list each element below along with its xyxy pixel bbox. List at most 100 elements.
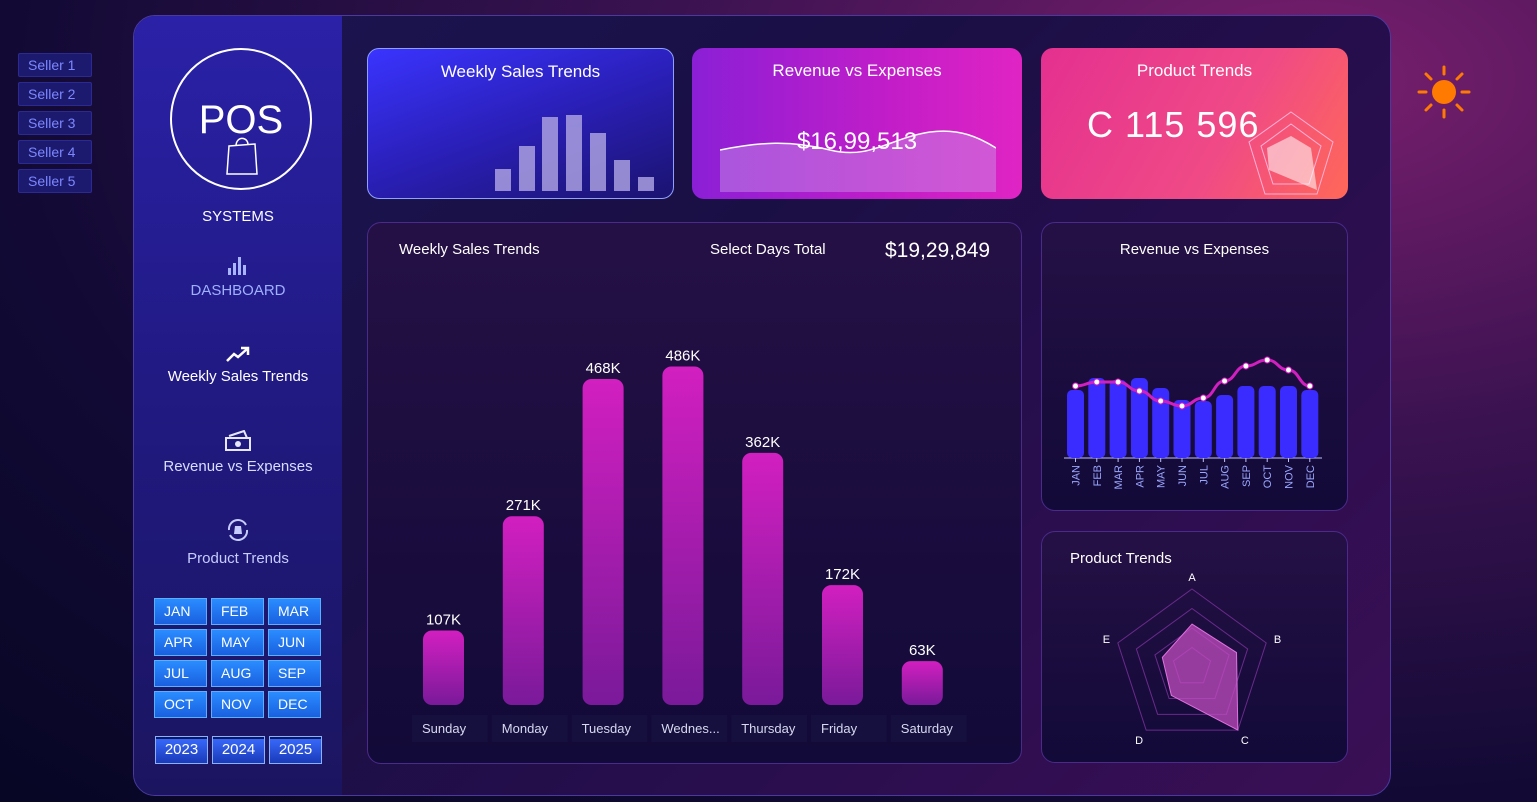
- weekly-sales-chart: 107K Sunday 271K Monday 468K Tuesday 486K Wedne…: [412, 347, 967, 742]
- month-feb-button[interactable]: FEB: [211, 598, 264, 625]
- revenue-expenses-chart: JAN FEB MAR APR MAY JUN JUL AUG SEP OCT NOV DEC: [1064, 356, 1322, 490]
- weekly-bar-6: [901, 661, 943, 705]
- rev-category-label-9: OCT: [1262, 465, 1274, 489]
- year-2023-button[interactable]: 2023: [155, 736, 208, 764]
- rev-line-point-1: [1093, 378, 1101, 386]
- revenue-expenses-panel: Revenue vs Expenses JAN FEB MAR APR MAY JUN JU…: [1041, 222, 1348, 511]
- month-dec-button[interactable]: DEC: [268, 691, 321, 718]
- radar-axis-label-3: D: [1135, 735, 1143, 747]
- product-trends-card[interactable]: Product Trends C 115 596: [1041, 48, 1348, 199]
- year-selector: 2023 2024 2025: [155, 736, 322, 764]
- revenue-expenses-card-title: Revenue vs Expenses: [772, 61, 942, 80]
- rev-category-label-6: JUL: [1198, 465, 1210, 485]
- year-2024-button[interactable]: 2024: [212, 736, 265, 764]
- weekly-bar-3: [662, 366, 704, 705]
- mini-radar-icon: [1248, 111, 1334, 195]
- rev-line-point-5: [1178, 402, 1186, 410]
- radar-axis-label-0: A: [1188, 572, 1196, 584]
- weekly-bar-label-1: 271K: [506, 497, 541, 514]
- weekly-bar-label-5: 172K: [825, 566, 860, 583]
- radar-axis-label-2: C: [1241, 735, 1249, 747]
- weekly-category-label-2: Tuesday: [582, 721, 632, 736]
- weekly-category-label-0: Sunday: [422, 721, 467, 736]
- seller-3-button[interactable]: Seller 3: [18, 111, 92, 135]
- rev-line-point-9: [1263, 356, 1271, 364]
- nav-product-trends-label: Product Trends: [187, 550, 289, 567]
- rev-category-label-5: JUN: [1177, 465, 1189, 486]
- weekly-bar-0: [423, 630, 464, 705]
- nav-weekly-sales-label: Weekly Sales Trends: [167, 368, 309, 385]
- month-sep-button[interactable]: SEP: [268, 660, 321, 687]
- rev-bar-10: [1280, 386, 1297, 458]
- month-jun-button[interactable]: JUN: [268, 629, 321, 656]
- sun-icon[interactable]: [1416, 64, 1472, 120]
- logo-subtitle: SYSTEMS: [202, 208, 274, 225]
- rev-bar-9: [1258, 386, 1276, 458]
- rev-bar-7: [1216, 395, 1234, 458]
- nav-revenue-expenses[interactable]: Revenue vs Expenses: [134, 430, 342, 475]
- nav-weekly-sales[interactable]: Weekly Sales Trends: [134, 346, 342, 385]
- rev-line-point-0: [1072, 382, 1079, 390]
- logo: POS: [170, 48, 312, 190]
- rev-category-label-11: DEC: [1305, 465, 1317, 488]
- nav-revenue-expenses-label: Revenue vs Expenses: [163, 458, 313, 475]
- rev-line-point-3: [1135, 387, 1143, 395]
- rev-bar-0: [1067, 390, 1084, 458]
- rev-line-point-7: [1221, 377, 1229, 385]
- seller-list: Seller 1 Seller 2 Seller 3 Seller 4 Sell…: [18, 53, 92, 198]
- rev-line-point-4: [1157, 397, 1165, 405]
- nav-dashboard[interactable]: DASHBOARD: [134, 256, 342, 299]
- seller-5-button[interactable]: Seller 5: [18, 169, 92, 193]
- seller-1-button[interactable]: Seller 1: [18, 53, 92, 77]
- rev-category-label-2: MAR: [1113, 465, 1125, 490]
- weekly-category-label-3: Wednes...: [661, 721, 719, 736]
- bar-chart-icon: [228, 257, 246, 275]
- month-selector: JAN FEB MAR APR MAY JUN JUL AUG SEP OCT …: [154, 598, 324, 718]
- rev-bar-6: [1194, 401, 1212, 458]
- seller-4-button[interactable]: Seller 4: [18, 140, 92, 164]
- weekly-category-label-1: Monday: [502, 721, 549, 736]
- seller-2-button[interactable]: Seller 2: [18, 82, 92, 106]
- rev-category-label-10: NOV: [1284, 464, 1296, 489]
- rev-bar-11: [1301, 390, 1319, 458]
- weekly-sales-card[interactable]: Weekly Sales Trends: [367, 48, 674, 199]
- radar-axis-label-1: B: [1274, 634, 1281, 646]
- month-aug-button[interactable]: AUG: [211, 660, 264, 687]
- month-oct-button[interactable]: OCT: [154, 691, 207, 718]
- money-icon: [225, 430, 251, 451]
- rev-category-label-4: MAY: [1156, 464, 1168, 488]
- product-cycle-icon: [227, 519, 249, 541]
- product-trends-panel: Product Trends ABCDE: [1041, 531, 1348, 763]
- weekly-bar-1: [502, 516, 544, 705]
- revenue-expenses-card[interactable]: Revenue vs Expenses $16,99,513: [692, 48, 1022, 199]
- month-mar-button[interactable]: MAR: [268, 598, 321, 625]
- weekly-bar-label-3: 486K: [665, 347, 700, 364]
- shopping-bag-icon: [226, 137, 258, 175]
- trending-up-icon: [226, 346, 250, 362]
- month-apr-button[interactable]: APR: [154, 629, 207, 656]
- product-trends-radar-chart: A B C D E: [1103, 572, 1282, 747]
- radar-axis-label-4: E: [1103, 634, 1110, 646]
- month-nov-button[interactable]: NOV: [211, 691, 264, 718]
- revenue-expenses-value: $16,99,513: [796, 128, 918, 155]
- weekly-bar-label-0: 107K: [426, 611, 461, 628]
- rev-category-label-3: APR: [1134, 465, 1146, 488]
- product-trends-card-title: Product Trends: [1136, 61, 1253, 80]
- product-trends-value: C 115 596: [1087, 104, 1260, 145]
- rev-line-point-11: [1306, 382, 1314, 390]
- sidebar: POS SYSTEMS DASHBOARD Weekly Sales Trend…: [134, 16, 342, 795]
- rev-category-label-1: FEB: [1092, 465, 1104, 486]
- month-jul-button[interactable]: JUL: [154, 660, 207, 687]
- month-may-button[interactable]: MAY: [211, 629, 264, 656]
- nav-dashboard-label: DASHBOARD: [190, 282, 286, 299]
- weekly-bar-4: [742, 452, 784, 705]
- rev-line-point-8: [1242, 362, 1250, 370]
- weekly-bar-label-6: 63K: [909, 642, 936, 659]
- rev-bar-8: [1237, 386, 1255, 458]
- rev-line-point-6: [1199, 394, 1207, 402]
- year-2025-button[interactable]: 2025: [269, 736, 322, 764]
- weekly-category-label-6: Saturday: [901, 721, 954, 736]
- rev-line-point-2: [1114, 378, 1122, 386]
- month-jan-button[interactable]: JAN: [154, 598, 207, 625]
- nav-product-trends[interactable]: Product Trends: [134, 516, 342, 567]
